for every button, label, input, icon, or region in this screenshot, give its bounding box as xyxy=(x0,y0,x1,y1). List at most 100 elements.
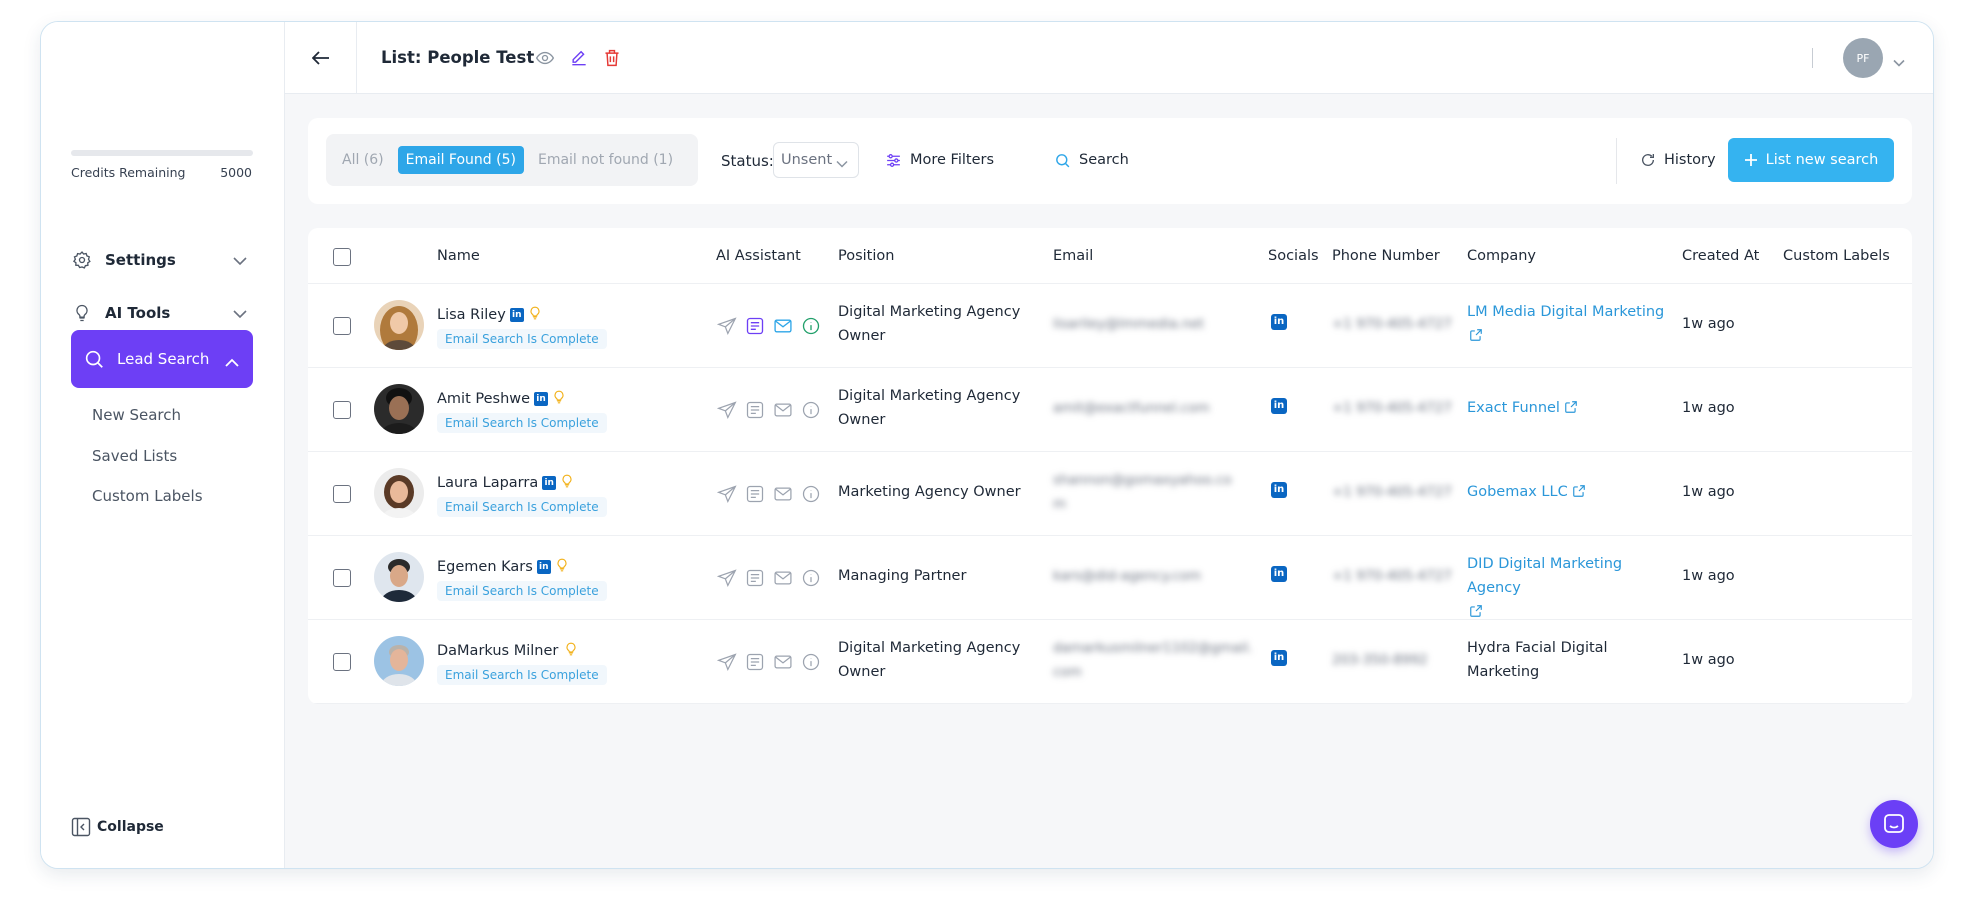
position-cell: Digital Marketing Agency Owner xyxy=(838,304,1021,344)
ai-assistant-actions xyxy=(716,567,821,588)
info-icon[interactable] xyxy=(800,399,821,420)
document-icon[interactable] xyxy=(744,567,765,588)
mail-icon[interactable] xyxy=(772,567,793,588)
chevron-down-icon xyxy=(233,252,247,270)
refresh-icon xyxy=(1642,154,1654,166)
lightbulb-icon[interactable] xyxy=(528,305,542,325)
lightbulb-icon[interactable] xyxy=(555,557,569,577)
position-cell: Marketing Agency Owner xyxy=(838,484,1021,500)
table-row[interactable]: DaMarkus Milner Email Search Is Complete… xyxy=(308,620,1912,704)
row-checkbox[interactable] xyxy=(333,485,351,503)
company-link[interactable]: Gobemax LLC xyxy=(1467,480,1586,504)
info-icon[interactable] xyxy=(800,651,821,672)
document-icon[interactable] xyxy=(744,483,765,504)
person-name[interactable]: Egemen Kars in xyxy=(437,557,569,577)
subnav-new-search[interactable]: New Search xyxy=(92,406,181,424)
info-icon[interactable] xyxy=(800,567,821,588)
chat-launcher-button[interactable] xyxy=(1870,800,1918,848)
linkedin-icon[interactable]: in xyxy=(1271,566,1287,582)
linkedin-icon[interactable]: in xyxy=(509,308,524,322)
linkedin-icon[interactable]: in xyxy=(534,392,549,406)
history-button[interactable]: History xyxy=(1640,142,1716,178)
send-icon[interactable] xyxy=(716,651,737,672)
trash-icon[interactable] xyxy=(603,48,621,72)
person-name[interactable]: DaMarkus Milner xyxy=(437,641,578,661)
filter-divider xyxy=(1616,138,1617,184)
plus-icon xyxy=(1744,154,1757,166)
send-icon[interactable] xyxy=(716,483,737,504)
linkedin-icon[interactable]: in xyxy=(1271,482,1287,498)
sidebar-item-label: Lead Search xyxy=(117,350,210,368)
edit-icon[interactable] xyxy=(569,48,589,72)
email-cell: kars@did-agency.com xyxy=(1053,568,1202,584)
select-all-checkbox[interactable] xyxy=(333,248,351,266)
mail-icon[interactable] xyxy=(772,315,793,336)
table-row[interactable]: Laura Laparra in Email Search Is Complet… xyxy=(308,452,1912,536)
top-header: List: People Test PF xyxy=(285,22,1933,94)
send-icon[interactable] xyxy=(716,567,737,588)
person-name[interactable]: Amit Peshwe in xyxy=(437,389,566,409)
row-checkbox[interactable] xyxy=(333,401,351,419)
document-icon[interactable] xyxy=(744,651,765,672)
eye-icon[interactable] xyxy=(535,48,555,72)
subnav-custom-labels[interactable]: Custom Labels xyxy=(92,487,203,505)
column-header-name[interactable]: Name xyxy=(437,248,480,264)
linkedin-icon[interactable]: in xyxy=(536,560,551,574)
ai-assistant-actions xyxy=(716,483,821,504)
filter-bar: All (6) Email Found (5) Email not found … xyxy=(308,118,1912,204)
send-icon[interactable] xyxy=(716,399,737,420)
lightbulb-icon[interactable] xyxy=(552,389,566,409)
column-header-created-at[interactable]: Created At xyxy=(1682,248,1759,264)
title-actions xyxy=(535,48,621,72)
info-icon[interactable] xyxy=(800,483,821,504)
person-name[interactable]: Laura Laparra in xyxy=(437,473,574,493)
mail-icon[interactable] xyxy=(772,651,793,672)
tab-all[interactable]: All (6) xyxy=(334,146,392,174)
avatar xyxy=(374,384,424,434)
sidebar-item-lead-search[interactable]: Lead Search xyxy=(71,330,253,388)
lightbulb-icon[interactable] xyxy=(564,641,578,661)
document-icon[interactable] xyxy=(744,315,765,336)
lightbulb-icon[interactable] xyxy=(560,473,574,493)
row-checkbox[interactable] xyxy=(333,569,351,587)
column-header-position[interactable]: Position xyxy=(838,248,894,264)
sidebar-item-label: Settings xyxy=(105,251,176,269)
subnav-saved-lists[interactable]: Saved Lists xyxy=(92,447,177,465)
row-checkbox[interactable] xyxy=(333,317,351,335)
table-row[interactable]: Amit Peshwe in Email Search Is Complete … xyxy=(308,368,1912,452)
company-link[interactable]: Exact Funnel xyxy=(1467,396,1578,420)
column-header-company[interactable]: Company xyxy=(1467,248,1536,264)
tab-email-not-found[interactable]: Email not found (1) xyxy=(530,146,681,174)
status-select[interactable]: Unsent xyxy=(773,142,859,178)
tab-email-found[interactable]: Email Found (5) xyxy=(397,146,524,174)
linkedin-icon[interactable]: in xyxy=(1271,650,1287,666)
collapse-button[interactable]: Collapse xyxy=(71,817,164,837)
sidebar-item-settings[interactable]: Settings xyxy=(71,240,253,280)
chevron-down-icon xyxy=(836,156,848,172)
mail-icon[interactable] xyxy=(772,399,793,420)
info-icon[interactable] xyxy=(800,315,821,336)
phone-cell: +1 970-405-4727 xyxy=(1332,400,1452,416)
row-checkbox[interactable] xyxy=(333,653,351,671)
table-row[interactable]: Lisa Riley in Email Search Is Complete D… xyxy=(308,284,1912,368)
send-icon[interactable] xyxy=(716,315,737,336)
column-header-email[interactable]: Email xyxy=(1053,248,1093,264)
column-header-phone[interactable]: Phone Number xyxy=(1332,248,1440,264)
linkedin-icon[interactable]: in xyxy=(1271,314,1287,330)
table-row[interactable]: Egemen Kars in Email Search Is Complete … xyxy=(308,536,1912,620)
chevron-down-icon[interactable] xyxy=(1893,52,1905,71)
list-new-search-button[interactable]: List new search xyxy=(1728,138,1894,182)
back-button[interactable] xyxy=(285,22,357,94)
company-link[interactable]: LM Media Digital Marketing xyxy=(1467,300,1677,348)
sidebar-item-ai-tools[interactable]: AI Tools xyxy=(71,293,253,333)
user-avatar[interactable]: PF xyxy=(1843,38,1883,78)
search-button[interactable]: Search xyxy=(1054,142,1129,178)
more-filters-button[interactable]: More Filters xyxy=(885,142,994,178)
chevron-up-icon xyxy=(225,354,239,372)
document-icon[interactable] xyxy=(744,399,765,420)
linkedin-icon[interactable]: in xyxy=(1271,398,1287,414)
linkedin-icon[interactable]: in xyxy=(542,476,557,490)
person-name[interactable]: Lisa Riley in xyxy=(437,305,542,325)
company-link[interactable]: DID Digital Marketing Agency xyxy=(1467,552,1677,624)
mail-icon[interactable] xyxy=(772,483,793,504)
